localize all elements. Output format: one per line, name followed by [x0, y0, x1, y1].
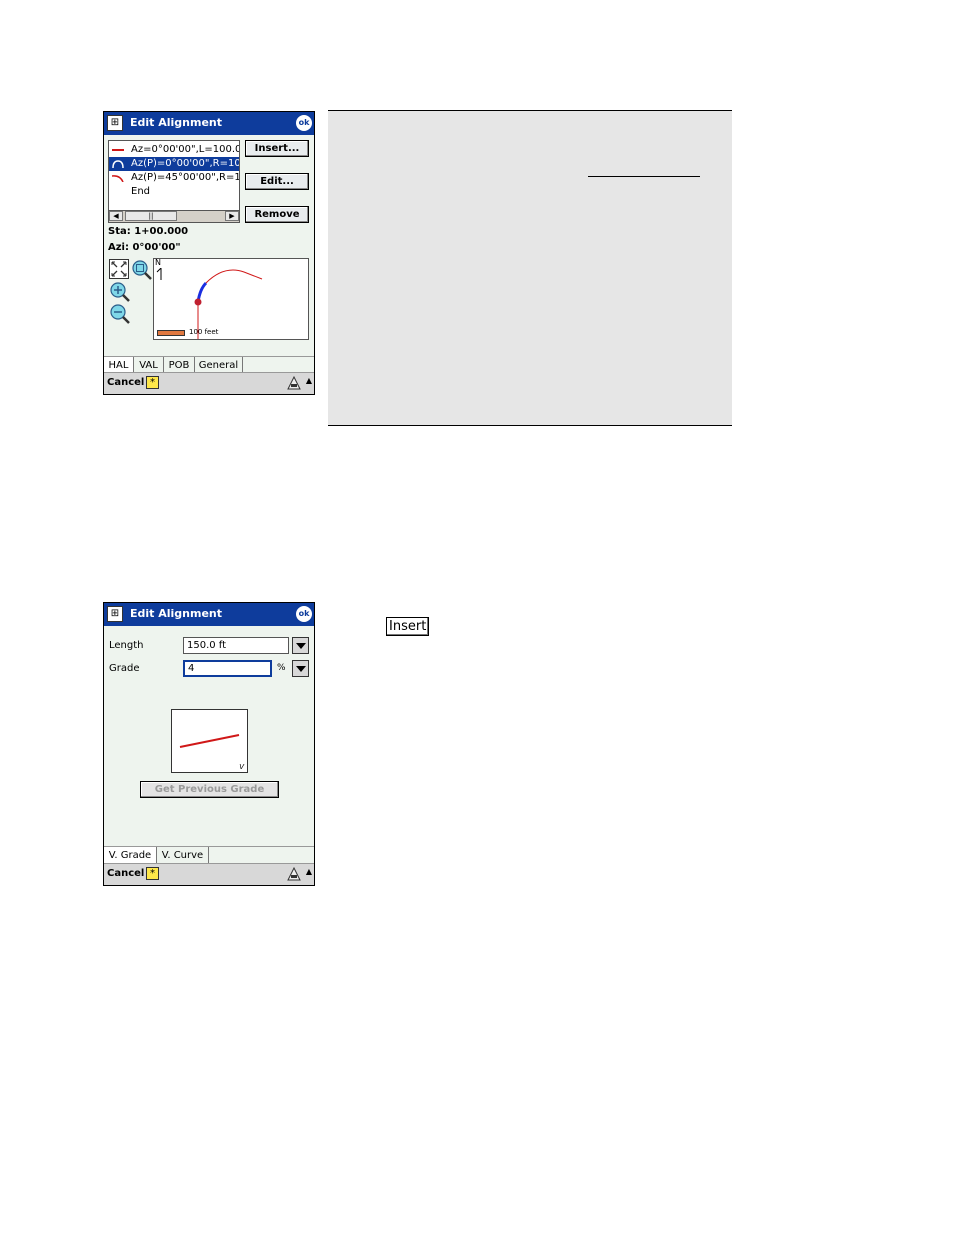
star-menu-icon[interactable]: *: [146, 376, 159, 389]
arc-icon: [112, 160, 124, 168]
insert-button[interactable]: Insert...: [245, 140, 309, 157]
grade-unit-dropdown[interactable]: [292, 660, 309, 677]
zoom-extents-icon[interactable]: [109, 259, 129, 279]
panel-rule: [588, 176, 700, 177]
cancel-button[interactable]: Cancel: [107, 377, 144, 388]
ok-button[interactable]: ok: [296, 115, 312, 131]
horizontal-scrollbar[interactable]: ◀ || ▶: [109, 210, 239, 222]
star-menu-icon[interactable]: *: [146, 867, 159, 880]
scale-bar: [157, 330, 185, 336]
length-field[interactable]: 150.0 ft: [183, 637, 289, 654]
edit-button[interactable]: Edit...: [245, 173, 309, 190]
scroll-right-icon[interactable]: ▶: [225, 211, 239, 221]
zoom-out-icon[interactable]: [109, 303, 131, 325]
list-item[interactable]: Az(P)=45°00'00",R=1: [109, 171, 239, 185]
edit-alignment-screen-vgrade: ⊞ Edit Alignment ok Length 150.0 ft Grad…: [103, 602, 315, 886]
alignment-drawing: [194, 269, 263, 339]
list-item[interactable]: End: [109, 185, 239, 199]
cancel-button[interactable]: Cancel: [107, 868, 144, 879]
list-item[interactable]: Az(P)=0°00'00",R=10: [109, 157, 239, 171]
description-panel: [328, 110, 732, 426]
title-bar: ⊞ Edit Alignment ok: [104, 603, 314, 626]
zoom-in-icon[interactable]: [109, 281, 131, 303]
list-item[interactable]: Az=0°00'00",L=100.0: [109, 143, 239, 157]
curve-icon: [112, 175, 124, 182]
title-bar: ⊞ Edit Alignment ok: [104, 112, 314, 135]
grade-preview: V: [171, 709, 248, 773]
command-bar: Cancel * ▲: [104, 372, 314, 394]
input-panel-icon[interactable]: [287, 376, 301, 390]
length-unit-dropdown[interactable]: [292, 637, 309, 654]
app-start-icon[interactable]: ⊞: [107, 606, 123, 622]
grade-line-drawing: [179, 734, 240, 748]
scroll-thumb[interactable]: ||: [125, 211, 177, 221]
input-panel-arrow-icon[interactable]: ▲: [306, 376, 312, 385]
edit-alignment-screen-hal: ⊞ Edit Alignment ok Az=0°00'00",L=100.0 …: [103, 111, 315, 395]
tab-v-grade[interactable]: V. Grade: [104, 847, 157, 864]
scroll-left-icon[interactable]: ◀: [109, 211, 123, 221]
station-label: Sta: 1+00.000: [108, 226, 189, 237]
alignment-element-list[interactable]: Az=0°00'00",L=100.0 Az(P)=0°00'00",R=10 …: [108, 140, 240, 223]
length-label: Length: [109, 640, 144, 651]
insert-button-graphic: Insert: [386, 617, 430, 636]
preview-v-label: V: [239, 763, 244, 771]
grade-field[interactable]: 4: [183, 660, 272, 677]
remove-button[interactable]: Remove: [245, 206, 309, 223]
grade-label: Grade: [109, 663, 140, 674]
ok-button[interactable]: ok: [296, 606, 312, 622]
get-previous-grade-button[interactable]: Get Previous Grade: [140, 781, 279, 798]
scale-label: 100 feet: [189, 328, 219, 336]
zoom-window-icon[interactable]: [131, 259, 153, 281]
straight-line-icon: [112, 149, 124, 151]
azimuth-label: Azi: 0°00'00": [108, 242, 181, 253]
alignment-map-view[interactable]: N 100 feet: [153, 258, 309, 340]
grade-unit-label: %: [277, 663, 286, 673]
input-panel-arrow-icon[interactable]: ▲: [306, 867, 312, 876]
input-panel-icon[interactable]: [287, 867, 301, 881]
app-start-icon[interactable]: ⊞: [107, 115, 123, 131]
window-title: Edit Alignment: [130, 607, 223, 620]
tab-v-curve[interactable]: V. Curve: [157, 847, 209, 864]
command-bar: Cancel * ▲: [104, 863, 314, 885]
window-title: Edit Alignment: [130, 116, 223, 129]
